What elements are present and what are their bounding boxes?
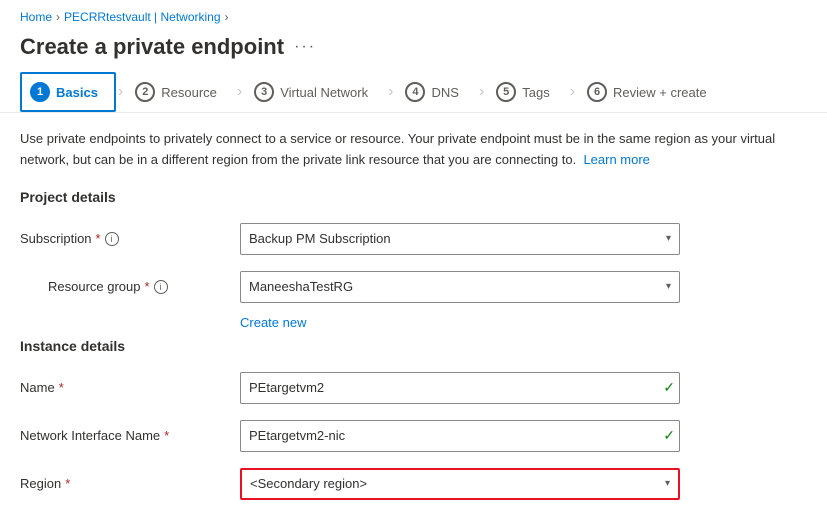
resource-group-info-icon[interactable]: i (154, 280, 168, 294)
name-row: Name * PEtargetvm2 ✓ (20, 366, 800, 410)
nic-name-label: Network Interface Name * (20, 428, 240, 443)
project-details-title: Project details (20, 189, 807, 205)
subscription-info-icon[interactable]: i (105, 232, 119, 246)
region-control: <Secondary region> ▾ (240, 468, 680, 500)
tab-dns[interactable]: 4 DNS (395, 72, 476, 112)
subscription-value: Backup PM Subscription (249, 231, 391, 246)
project-details-form: Subscription * i Backup PM Subscription … (20, 217, 800, 330)
breadcrumb: Home › PECRRtestvault | Networking › (0, 0, 827, 30)
nic-name-check-icon: ✓ (663, 427, 675, 444)
tab-divider-5: › (570, 83, 575, 101)
nic-name-row: Network Interface Name * PEtargetvm2-nic… (20, 414, 800, 458)
tab-dns-label: DNS (431, 85, 458, 100)
page-title-bar: Create a private endpoint ··· (0, 30, 827, 72)
page-title-ellipsis[interactable]: ··· (294, 38, 316, 56)
tab-virtual-network-step: 3 (254, 82, 274, 102)
nic-name-control: PEtargetvm2-nic ✓ (240, 420, 680, 452)
region-chevron-icon: ▾ (665, 478, 670, 489)
resource-group-label: Resource group * i (20, 279, 240, 294)
subscription-chevron-icon: ▾ (666, 233, 671, 244)
tab-basics-label: Basics (56, 85, 98, 100)
tab-review-create-label: Review + create (613, 85, 707, 100)
resource-group-value: ManeeshaTestRG (249, 279, 353, 294)
tab-resource-label: Resource (161, 85, 217, 100)
subscription-label: Subscription * i (20, 231, 240, 246)
instance-details-title: Instance details (20, 338, 807, 354)
tab-tags[interactable]: 5 Tags (486, 72, 567, 112)
resource-group-required: * (145, 279, 150, 294)
region-required: * (65, 476, 70, 491)
resource-group-chevron-icon: ▾ (666, 281, 671, 292)
subscription-required: * (96, 231, 101, 246)
tab-divider-2: › (237, 83, 242, 101)
tab-dns-step: 4 (405, 82, 425, 102)
learn-more-link[interactable]: Learn more (583, 152, 649, 167)
wizard-tabs: 1 Basics › 2 Resource › 3 Virtual Networ… (0, 72, 827, 113)
tab-virtual-network[interactable]: 3 Virtual Network (244, 72, 386, 112)
resource-group-row: Resource group * i ManeeshaTestRG ▾ (20, 265, 800, 309)
region-label: Region * (20, 476, 240, 491)
page-title: Create a private endpoint (20, 34, 284, 60)
region-dropdown[interactable]: <Secondary region> ▾ (240, 468, 680, 500)
name-label: Name * (20, 380, 240, 395)
create-new-control: Create new (240, 313, 306, 330)
subscription-dropdown[interactable]: Backup PM Subscription ▾ (240, 223, 680, 255)
tab-divider-3: › (388, 83, 393, 101)
tab-basics[interactable]: 1 Basics (20, 72, 116, 112)
nic-name-dropdown[interactable]: PEtargetvm2-nic ✓ (240, 420, 680, 452)
tab-review-create-step: 6 (587, 82, 607, 102)
instance-details-form: Name * PEtargetvm2 ✓ Network Interface N… (20, 366, 800, 506)
subscription-row: Subscription * i Backup PM Subscription … (20, 217, 800, 261)
name-check-icon: ✓ (663, 379, 675, 396)
region-row: Region * <Secondary region> ▾ (20, 462, 800, 506)
nic-name-required: * (164, 428, 169, 443)
region-value: <Secondary region> (250, 476, 367, 491)
create-new-link[interactable]: Create new (240, 315, 306, 330)
tab-tags-label: Tags (522, 85, 549, 100)
create-new-row: Create new (20, 313, 800, 330)
breadcrumb-sep1: › (56, 10, 60, 24)
tab-basics-step: 1 (30, 82, 50, 102)
name-value: PEtargetvm2 (249, 380, 324, 395)
breadcrumb-sep2: › (225, 10, 229, 24)
tab-resource[interactable]: 2 Resource (125, 72, 235, 112)
tab-divider-1: › (118, 83, 123, 101)
tab-review-create[interactable]: 6 Review + create (577, 72, 725, 112)
breadcrumb-vault[interactable]: PECRRtestvault | Networking (64, 10, 221, 24)
resource-group-dropdown[interactable]: ManeeshaTestRG ▾ (240, 271, 680, 303)
resource-group-control: ManeeshaTestRG ▾ (240, 271, 680, 303)
breadcrumb-home[interactable]: Home (20, 10, 52, 24)
tab-tags-step: 5 (496, 82, 516, 102)
subscription-control: Backup PM Subscription ▾ (240, 223, 680, 255)
content-area: Use private endpoints to privately conne… (0, 113, 827, 526)
nic-name-value: PEtargetvm2-nic (249, 428, 345, 443)
description-box: Use private endpoints to privately conne… (20, 129, 800, 171)
name-control: PEtargetvm2 ✓ (240, 372, 680, 404)
tab-resource-step: 2 (135, 82, 155, 102)
name-required: * (59, 380, 64, 395)
tab-virtual-network-label: Virtual Network (280, 85, 368, 100)
description-text: Use private endpoints to privately conne… (20, 131, 775, 167)
create-new-spacer (20, 313, 240, 330)
name-dropdown[interactable]: PEtargetvm2 ✓ (240, 372, 680, 404)
tab-divider-4: › (479, 83, 484, 101)
